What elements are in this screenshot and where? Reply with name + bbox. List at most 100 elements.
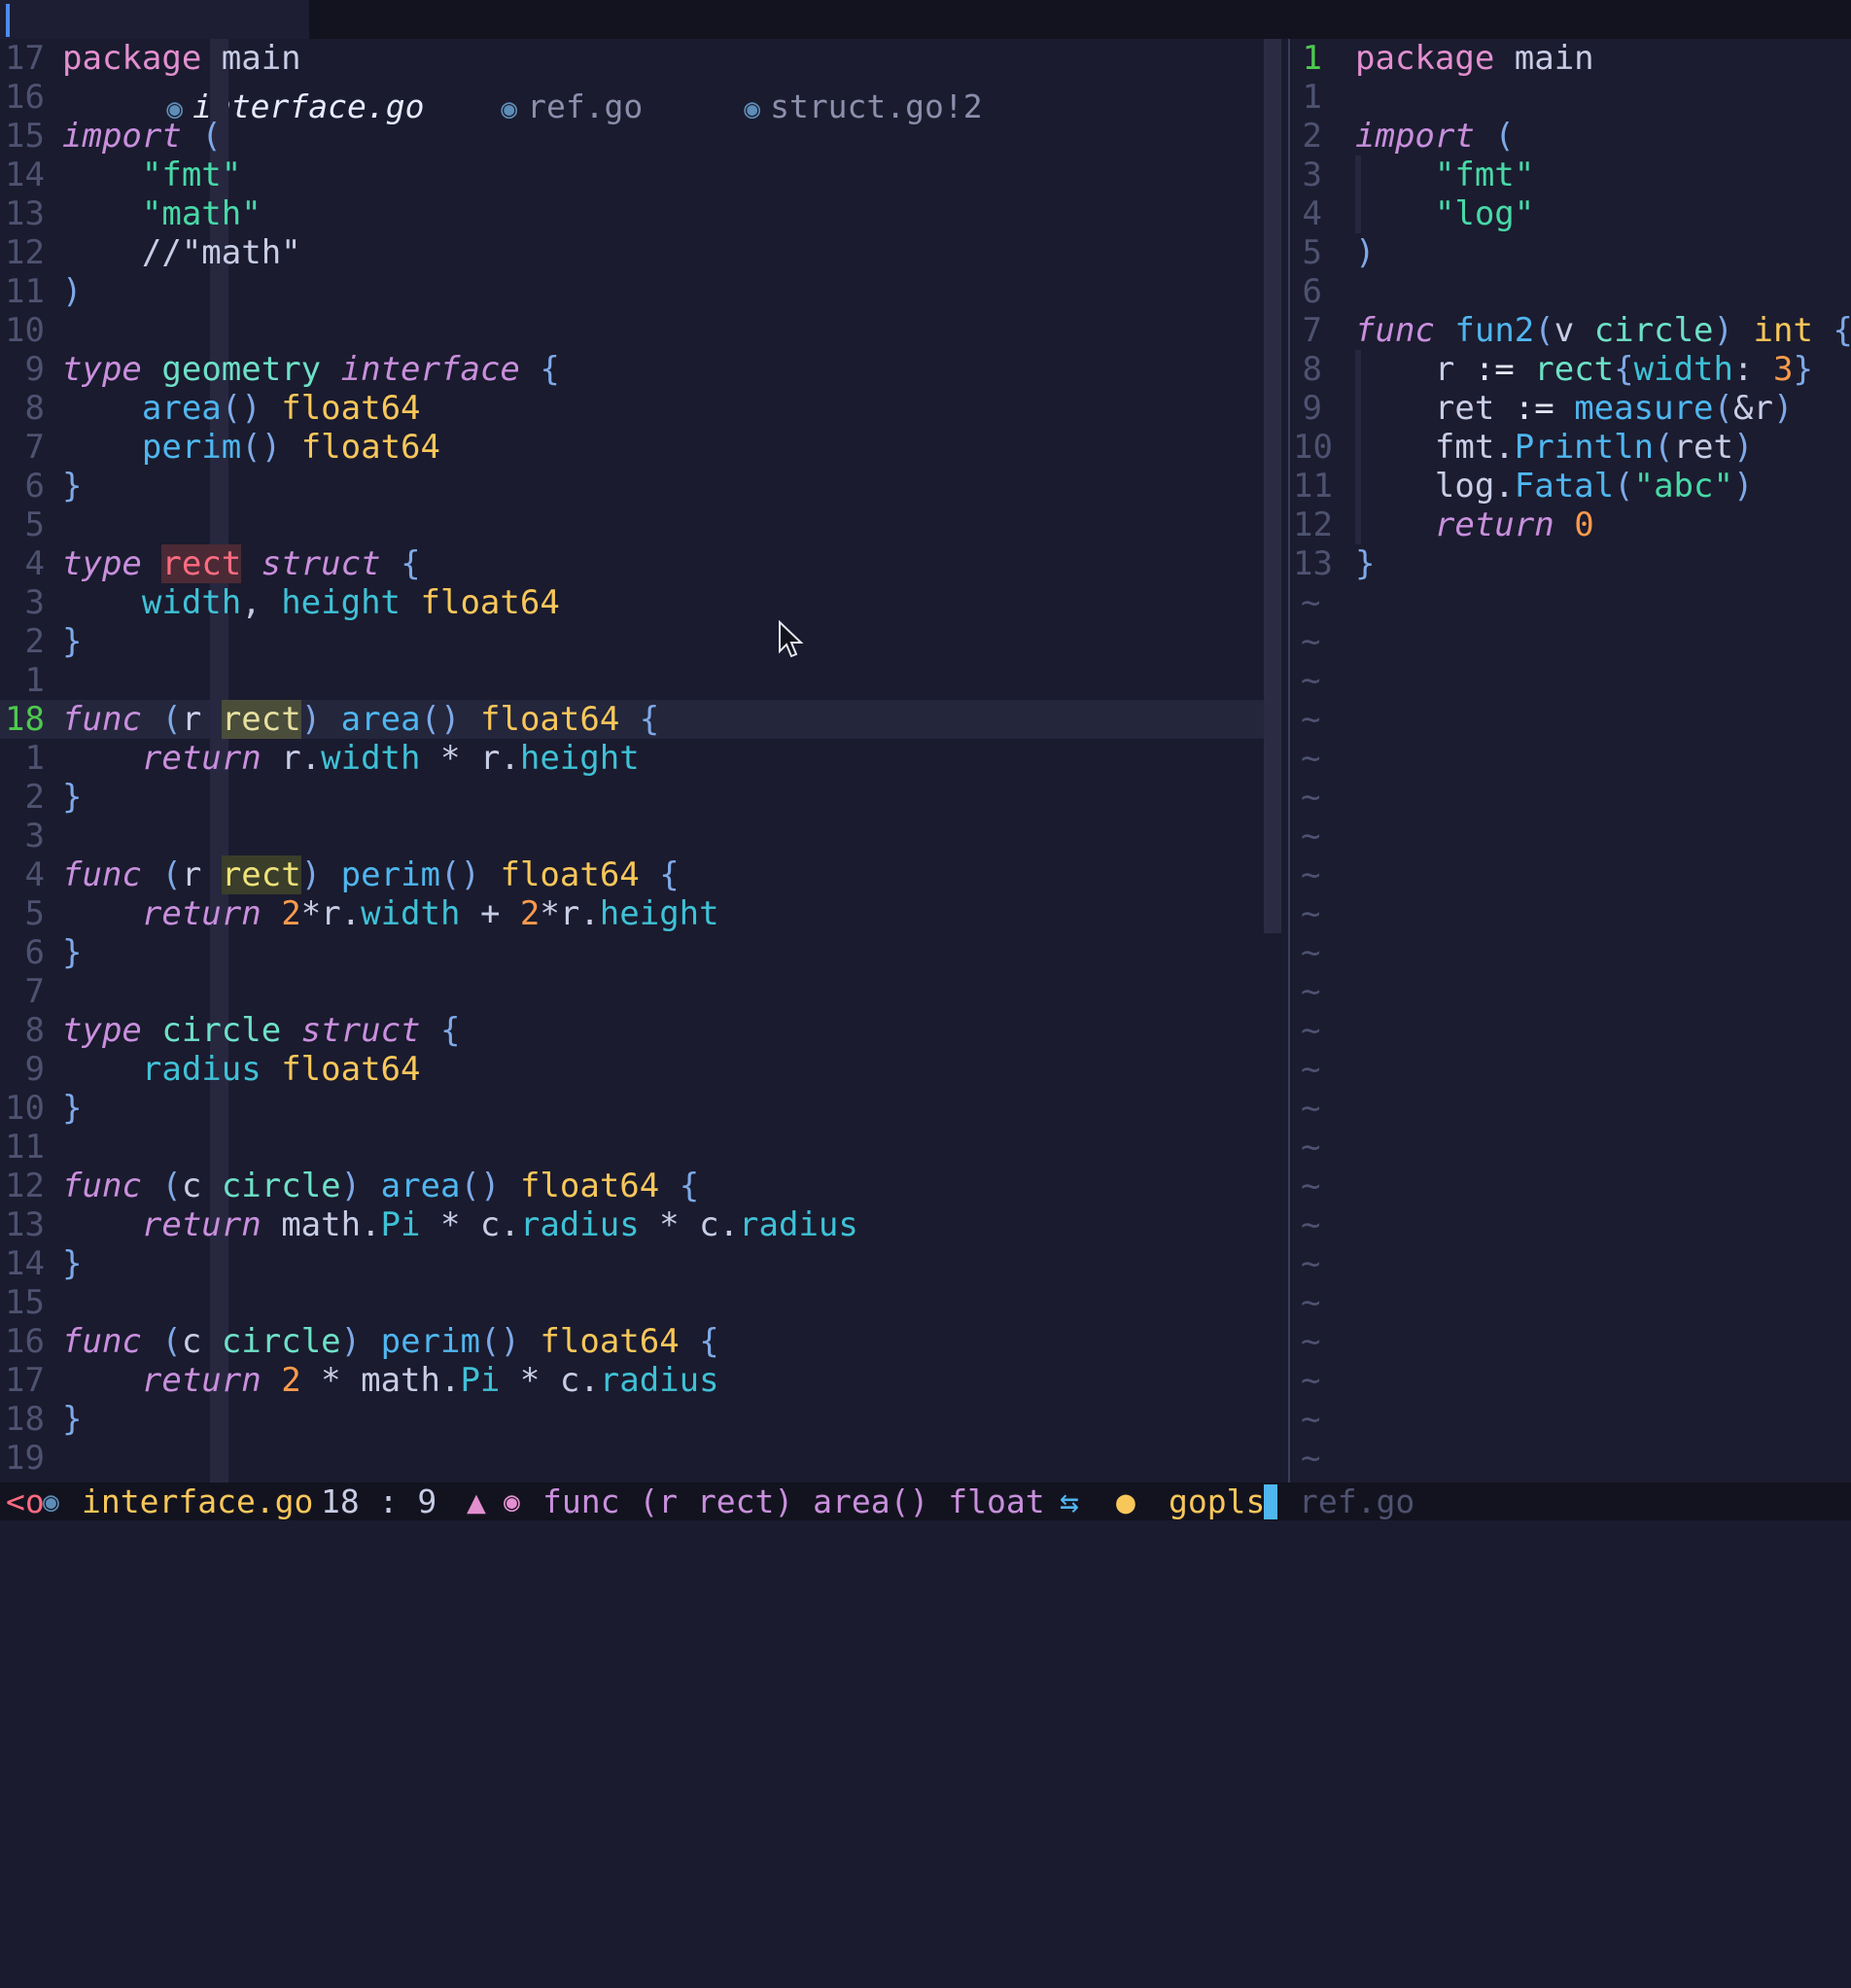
empty-line-tilde: ~ [1301,855,1321,894]
line-number: 9 [24,350,45,389]
line-number: 7 [24,428,45,467]
scrollbar[interactable] [1264,39,1281,933]
code-line[interactable]: r := rect{width: 3} [1355,350,1813,389]
code-line[interactable]: import ( [62,117,222,156]
line-number: 3 [24,817,45,855]
code-line[interactable]: } [62,933,82,972]
line-number: 18 [5,1400,45,1439]
code-line[interactable]: type circle struct { [62,1011,460,1050]
line-number: 7 [1302,311,1322,350]
tab-bar: ◉ interface.go ◉ ref.go ◉ struct.go!2 [0,0,1851,125]
code-line[interactable]: perim() float64 [62,428,440,467]
line-number: 13 [1293,544,1333,583]
code-line[interactable]: } [62,1400,82,1439]
code-line[interactable]: } [62,778,82,817]
empty-line-tilde: ~ [1301,700,1321,739]
code-line[interactable]: "log" [1355,194,1534,233]
code-line[interactable]: return 2*r.width + 2*r.height [62,894,719,933]
line-number: 6 [24,467,45,506]
line-number: 5 [24,506,45,544]
code-line[interactable]: func (c circle) area() float64 { [62,1167,699,1205]
git-branch-icon: ⇆ [1060,1482,1079,1520]
line-number: 4 [1302,194,1322,233]
code-line-current[interactable]: func (r rect) area() float64 { [62,700,659,739]
code-line[interactable]: "fmt" [1355,156,1534,194]
status-filename[interactable]: interface.go [82,1482,313,1521]
code-line[interactable]: radius float64 [62,1050,421,1089]
code-line[interactable]: } [62,622,82,661]
mode-indicator: <o [6,1482,45,1520]
lsp-name: gopls [1169,1482,1266,1520]
code-line[interactable]: fmt.Println(ret) [1355,428,1754,467]
line-number: 15 [5,1283,45,1322]
empty-line-tilde: ~ [1301,778,1321,817]
line-number: 12 [1293,506,1333,544]
code-line[interactable]: width, height float64 [62,583,560,622]
cursor-position: 18 : 9 [321,1482,437,1520]
code-line[interactable]: package main [62,39,301,78]
code-line[interactable]: type rect struct { [62,544,421,583]
code-line[interactable]: func (c circle) perim() float64 { [62,1322,719,1361]
editor-pane-right[interactable]: 1 1 2 3 4 5 6 7 8 9 10 11 12 13 package … [1293,39,1851,1482]
line-number: 4 [24,544,45,583]
code-line[interactable]: log.Fatal("abc") [1355,467,1754,506]
code-line[interactable]: "math" [62,194,262,233]
line-number: 6 [24,933,45,972]
code-line[interactable]: } [62,467,82,506]
code-line[interactable]: return math.Pi * c.radius * c.radius [62,1205,858,1244]
empty-line-tilde: ~ [1301,1205,1321,1244]
code-line[interactable]: "fmt" [62,156,241,194]
line-number: 2 [24,622,45,661]
gopher-icon: ◉ [43,1485,59,1517]
line-number: 13 [5,1205,45,1244]
line-number: 11 [5,272,45,311]
line-number: 17 [5,1361,45,1400]
code-line[interactable]: type geometry interface { [62,350,560,389]
line-number: 1 [1302,78,1322,117]
code-line[interactable]: func fun2(v circle) int { [1355,311,1851,350]
line-number: 17 [5,39,45,78]
line-number: 3 [24,583,45,622]
line-number: 4 [24,855,45,894]
empty-line-tilde: ~ [1301,583,1321,622]
mouse-pointer-icon [779,620,804,658]
empty-line-tilde: ~ [1301,1244,1321,1283]
line-number: 8 [24,1011,45,1050]
code-line[interactable]: } [62,1244,82,1283]
code-line[interactable]: area() float64 [62,389,421,428]
code-line[interactable]: ret := measure(&r) [1355,389,1794,428]
code-line[interactable]: } [62,1089,82,1128]
code-line[interactable]: func (r rect) perim() float64 { [62,855,680,894]
code-line[interactable]: ) [62,272,82,311]
code-line[interactable]: package main [1355,39,1594,78]
line-number: 3 [1302,156,1322,194]
line-number: 8 [1302,350,1322,389]
line-number: 1 [24,661,45,700]
line-number: 11 [5,1128,45,1167]
empty-line-tilde: ~ [1301,739,1321,778]
tab-ref-go[interactable]: ◉ ref.go [327,0,643,125]
current-line-number: 18 [5,700,45,739]
code-line[interactable]: //"math" [62,233,301,272]
code-line[interactable]: } [1355,544,1375,583]
code-line[interactable]: ) [1355,233,1375,272]
split-divider[interactable] [1288,39,1290,1482]
inactive-pane-filename[interactable]: ref.go [1299,1482,1414,1521]
empty-line-tilde: ~ [1301,894,1321,933]
empty-line-tilde: ~ [1301,1128,1321,1167]
code-line[interactable]: return 0 [1355,506,1594,544]
line-number: 1 [24,739,45,778]
code-line[interactable]: return 2 * math.Pi * c.radius [62,1361,719,1400]
code-context: func (r rect) area() float [542,1482,1045,1520]
tree-icon: ▲ [467,1482,486,1520]
empty-line-tilde: ~ [1301,933,1321,972]
editor-pane-left[interactable]: 17 16 15 14 13 12 11 10 9 8 7 6 5 4 3 2 … [0,39,1281,1482]
line-number: 13 [5,194,45,233]
tab-interface-go[interactable]: ◉ interface.go [0,0,425,125]
line-number: 9 [1302,389,1322,428]
line-number: 12 [5,1167,45,1205]
line-number: 14 [5,1244,45,1283]
code-line[interactable]: return r.width * r.height [62,739,640,778]
tab-struct-go[interactable]: ◉ struct.go!2 [570,0,982,125]
code-line[interactable]: import ( [1355,117,1515,156]
